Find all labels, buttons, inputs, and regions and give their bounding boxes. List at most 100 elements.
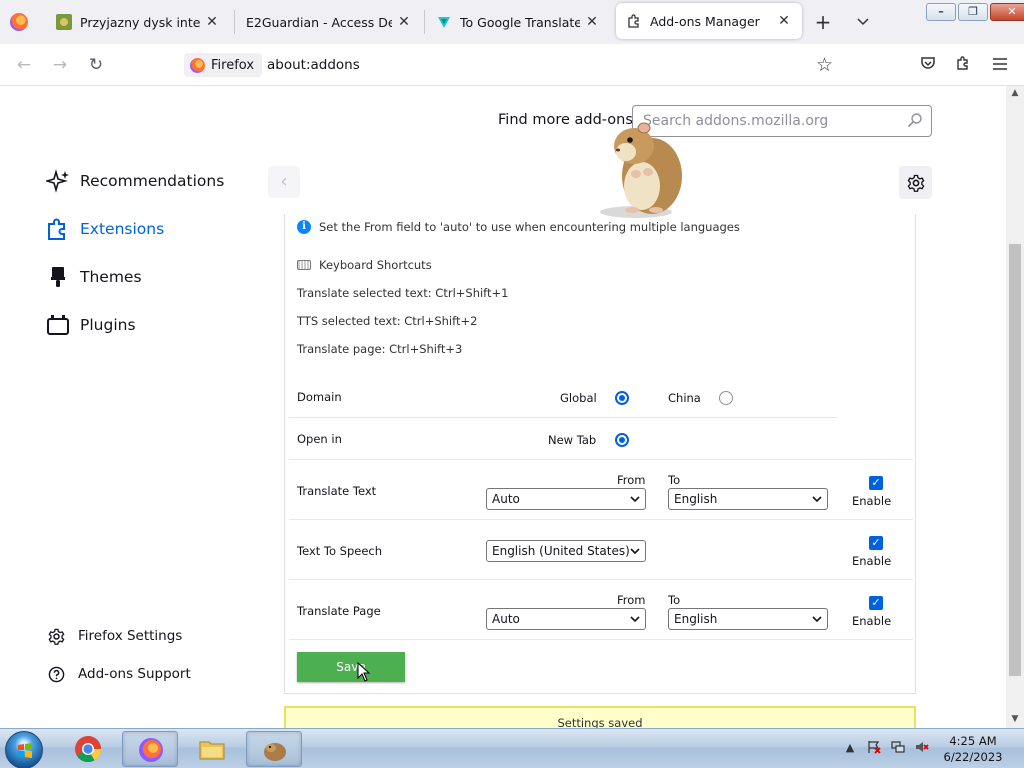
extensions-puzzle-icon[interactable] [954, 55, 974, 75]
info-icon: i [297, 220, 311, 234]
list-all-tabs-chevron-icon[interactable] [852, 12, 874, 34]
bookmark-star-icon[interactable]: ☆ [816, 54, 833, 76]
address-bar[interactable]: Firefox about:addons ☆ [182, 49, 846, 81]
select-value: Auto [492, 612, 520, 626]
close-tab-icon[interactable]: ✕ [584, 14, 600, 30]
domain-china-radio[interactable] [719, 391, 733, 405]
to-label: To [668, 473, 681, 487]
pocket-icon[interactable] [918, 55, 938, 75]
open-in-new-tab-label: New Tab [548, 433, 597, 447]
sidebar-item-extensions[interactable]: Extensions [46, 214, 164, 244]
taskbar-firefox[interactable] [122, 731, 178, 767]
tab-google-translate[interactable]: To Google Translate – Get ✕ [426, 0, 610, 44]
chevron-down-icon [630, 616, 640, 623]
windows-logo-icon [18, 743, 32, 758]
translate-text-enable-checkbox[interactable]: ✓ [869, 476, 883, 490]
identity-box[interactable]: Firefox [184, 53, 263, 77]
tts-voice-select[interactable]: English (United States) [486, 540, 646, 562]
chevron-down-icon [630, 496, 640, 503]
keyboard-icon [297, 260, 311, 270]
open-in-new-tab-radio[interactable] [615, 433, 629, 447]
tab-addons-manager[interactable]: Add-ons Manager ✕ [616, 3, 802, 39]
firefox-settings-link[interactable]: Firefox Settings [47, 627, 182, 645]
translate-page-to-select[interactable]: English [668, 608, 828, 630]
scroll-up-arrow-icon[interactable]: ▲ [1006, 88, 1024, 98]
sidebar-item-themes[interactable]: Themes [46, 262, 142, 292]
domain-global-label: Global [560, 391, 597, 405]
reload-icon[interactable]: ↻ [86, 55, 106, 75]
enable-label: Enable [852, 554, 892, 568]
extension-options-panel: i Set the From field to 'auto' to use wh… [284, 214, 916, 694]
restore-window-icon[interactable]: ❐ [958, 3, 988, 21]
shortcuts-heading: Keyboard Shortcuts [297, 258, 432, 272]
url-text[interactable]: about:addons [267, 57, 360, 73]
sidebar-item-plugins[interactable]: Plugins [46, 310, 136, 340]
enable-label: Enable [852, 494, 892, 508]
taskbar-explorer[interactable] [184, 731, 240, 767]
close-window-icon[interactable]: ✕ [990, 3, 1024, 21]
open-in-label: Open in [297, 432, 342, 446]
forward-arrow-icon[interactable]: → [50, 55, 70, 75]
firefox-icon [139, 738, 163, 762]
page-vertical-scrollbar[interactable]: ▲ ▼ [1006, 86, 1024, 728]
close-tab-icon[interactable]: ✕ [776, 13, 792, 29]
side-link-label: Firefox Settings [78, 628, 183, 644]
back-arrow-icon[interactable]: ← [14, 55, 34, 75]
addons-support-link[interactable]: Add-ons Support [47, 665, 191, 683]
domain-row: Domain Global China [289, 376, 837, 418]
puzzle-piece-icon [628, 14, 639, 28]
search-icon[interactable] [907, 112, 923, 131]
new-tab-plus-icon[interactable]: + [812, 12, 834, 34]
action-center-flag-icon[interactable] [866, 740, 882, 756]
taskbar-chrome[interactable] [60, 731, 116, 767]
show-hidden-icons-arrow-icon[interactable]: ▲ [842, 740, 858, 756]
translate-page-enable-checkbox[interactable]: ✓ [869, 596, 883, 610]
sidebar-item-label: Recommendations [80, 172, 225, 190]
hamburger-menu-icon[interactable] [990, 55, 1010, 75]
text-to-speech-row: Text To Speech English (United States) ✓… [289, 520, 913, 580]
tab-e2guardian[interactable]: E2Guardian - Access Denied ✕ [236, 0, 422, 44]
chevron-down-icon [630, 548, 640, 555]
tab-przyjazny-dysk[interactable]: Przyjazny dysk internetowy ✕ [46, 0, 230, 44]
hamster-app-icon [264, 743, 286, 761]
tab-label: E2Guardian - Access Denied [246, 14, 392, 30]
translate-text-row: Translate Text From To Auto English ✓ En… [289, 460, 913, 520]
tts-enable-checkbox[interactable]: ✓ [869, 536, 883, 550]
tab-strip: Przyjazny dysk internetowy ✕ E2Guardian … [0, 0, 1024, 44]
start-button[interactable] [5, 731, 43, 768]
plugin-icon [46, 313, 70, 337]
windows-taskbar: ▲ 4:25 AM 6/22/2023 [0, 728, 1024, 768]
translate-page-from-select[interactable]: Auto [486, 608, 646, 630]
close-tab-icon[interactable]: ✕ [204, 14, 220, 30]
translate-text-from-select[interactable]: Auto [486, 488, 646, 510]
tab-separator [234, 10, 235, 34]
dysk-favicon-icon [56, 14, 72, 30]
volume-muted-icon[interactable] [914, 740, 930, 756]
shortcut-tts: TTS selected text: Ctrl+Shift+2 [297, 314, 478, 328]
firefox-menu-icon[interactable] [10, 13, 28, 31]
scrollbar-thumb[interactable] [1009, 244, 1021, 676]
minimize-window-icon[interactable]: – [926, 3, 956, 21]
firefox-logo-icon [190, 57, 205, 73]
close-tab-icon[interactable]: ✕ [396, 14, 412, 30]
translate-text-to-select[interactable]: English [668, 488, 828, 510]
sidebar-item-recommendations[interactable]: Recommendations [46, 166, 224, 196]
shortcut-translate-text: Translate selected text: Ctrl+Shift+1 [297, 286, 509, 300]
domain-global-radio[interactable] [615, 391, 629, 405]
select-value: English [674, 612, 718, 626]
select-value: Auto [492, 492, 520, 506]
tab-label: Przyjazny dysk internetowy [80, 14, 200, 30]
to-label: To [668, 593, 681, 607]
scroll-down-arrow-icon[interactable]: ▼ [1006, 714, 1024, 724]
save-button[interactable]: Save [297, 652, 405, 682]
taskbar-hamster-app[interactable] [246, 731, 302, 767]
network-icon[interactable] [890, 740, 906, 756]
go-back-chevron-icon[interactable]: ‹ [268, 166, 300, 198]
sidebar-item-label: Themes [80, 268, 142, 286]
identity-label: Firefox [211, 57, 255, 73]
tools-gear-icon[interactable] [899, 166, 932, 199]
taskbar-clock[interactable]: 4:25 AM 6/22/2023 [938, 733, 1008, 765]
translate-page-label: Translate Page [297, 604, 381, 618]
settings-saved-banner: Settings saved [284, 706, 916, 728]
from-label: From [617, 473, 646, 487]
